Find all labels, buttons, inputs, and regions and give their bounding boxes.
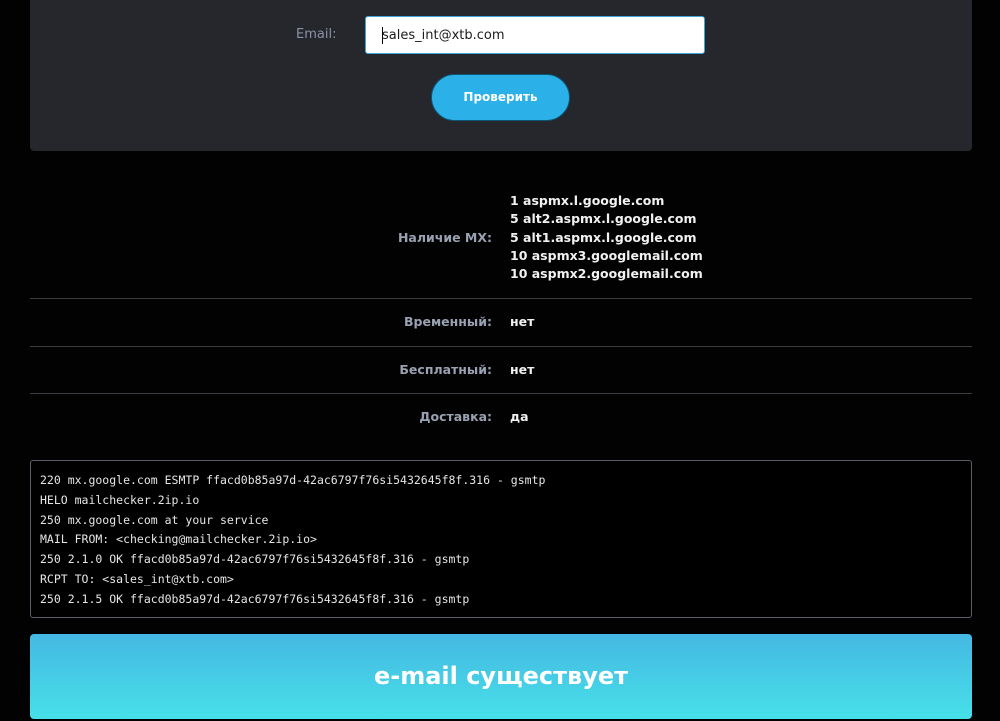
row-divider (30, 298, 972, 299)
log-line: HELO mailchecker.2ip.io (40, 492, 200, 507)
log-line: 250 mx.google.com at your service (40, 512, 269, 527)
text-caret (382, 27, 383, 44)
temporary-label: Временный: (404, 314, 492, 329)
free-label: Бесплатный: (399, 362, 492, 377)
email-check-form: Email: Проверить (30, 0, 972, 151)
row-divider (30, 346, 972, 347)
check-button[interactable]: Проверить (431, 74, 570, 121)
mx-record: 1 aspmx.l.google.com (510, 193, 665, 208)
row-divider (30, 393, 972, 394)
mx-record: 5 alt2.aspmx.l.google.com (510, 211, 697, 227)
smtp-log[interactable]: 220 mx.google.com ESMTP ffacd0b85a97d-42… (30, 460, 972, 618)
delivery-value: да (510, 409, 529, 424)
temporary-value: нет (510, 314, 535, 329)
result-banner: e-mail существует (30, 634, 972, 719)
mx-label: Наличие MX: (397, 230, 492, 245)
mx-records-list: 1 aspmx.l.google.com 5 alt2.aspmx.l.goog… (510, 192, 703, 283)
log-line: RCPT TO: <sales_int@xtb.com> (40, 571, 234, 586)
log-line: 220 mx.google.com ESMTP ffacd0b85a97d-42… (40, 473, 546, 487)
free-value: нет (510, 362, 535, 377)
delivery-label: Доставка: (419, 409, 492, 424)
log-line: 250 2.1.5 OK ffacd0b85a97d-42ac6797f76si… (40, 591, 470, 606)
email-label: Email: (296, 27, 337, 42)
mx-record: 10 aspmx3.googlemail.com (510, 247, 703, 263)
mx-record: 5 alt1.aspmx.l.google.com (510, 229, 697, 245)
email-input[interactable] (365, 16, 705, 54)
log-line: 250 2.1.0 OK ffacd0b85a97d-42ac6797f76si… (40, 552, 470, 567)
log-line: MAIL FROM: <checking@mailchecker.2ip.io> (40, 532, 317, 547)
mx-record: 10 aspmx2.googlemail.com (510, 266, 703, 282)
